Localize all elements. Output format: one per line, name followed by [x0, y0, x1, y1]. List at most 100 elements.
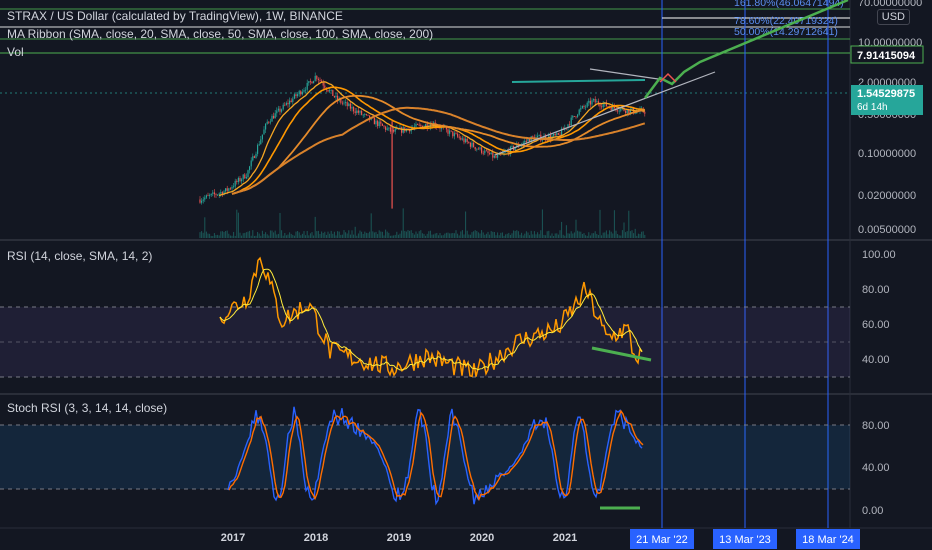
rsi-legend[interactable]: RSI (14, close, SMA, 14, 2) — [7, 249, 152, 263]
volume-bar — [458, 235, 460, 238]
candle-body — [229, 188, 231, 190]
candle-body — [332, 89, 334, 96]
candle-body — [575, 116, 577, 118]
candle-body — [250, 160, 252, 167]
volume-bar — [497, 232, 499, 238]
volume-bar — [522, 235, 524, 238]
currency-button[interactable]: USD — [876, 9, 910, 25]
volume-bar — [365, 232, 367, 238]
ma-ribbon-legend[interactable]: MA Ribbon (SMA, close, 20, SMA, close, 5… — [7, 27, 433, 41]
volume-bar — [322, 232, 324, 238]
volume-bar — [609, 230, 611, 238]
volume-bar — [415, 231, 417, 238]
volume-bar — [524, 233, 526, 238]
candle-body — [255, 153, 257, 158]
volume-legend[interactable]: Vol — [7, 45, 24, 59]
candle-body — [335, 95, 337, 98]
volume-bar — [506, 233, 508, 238]
candle-body — [556, 133, 558, 136]
candle-body — [583, 106, 585, 107]
volume-bar — [610, 231, 612, 238]
candle-body — [367, 114, 369, 116]
candle-body — [468, 141, 470, 143]
volume-bar — [293, 235, 295, 238]
volume-bar — [413, 234, 415, 238]
candle-body — [465, 138, 467, 143]
volume-bar — [397, 234, 399, 238]
trading-chart[interactable]: 161.80%(46.06471494)78.60%(22.40719324)5… — [0, 0, 932, 550]
volume-bar — [229, 235, 231, 238]
volume-bar — [314, 216, 316, 238]
volume-bar — [511, 233, 513, 238]
candle-body — [594, 99, 596, 103]
volume-bar — [442, 235, 444, 238]
volume-bar — [543, 234, 545, 238]
volume-bar — [581, 233, 583, 238]
candle-body — [471, 142, 473, 147]
horizontal-support — [511, 79, 646, 83]
volume-bar — [573, 232, 575, 238]
stoch-tick-label: 40.00 — [862, 462, 890, 474]
volume-bar — [316, 231, 318, 238]
time-tick-label: 2018 — [304, 532, 328, 544]
candle-body — [330, 89, 332, 91]
volume-bar — [417, 233, 419, 238]
volume-bar — [213, 233, 215, 238]
volume-bar — [223, 231, 225, 238]
volume-bar — [405, 231, 407, 238]
volume-bar — [391, 235, 393, 238]
candle-body — [452, 131, 454, 137]
volume-bar — [514, 230, 516, 238]
candle-body — [324, 85, 326, 88]
candle-body — [234, 181, 236, 187]
candle-body — [580, 108, 582, 110]
volume-bar — [273, 232, 275, 238]
volume-bar — [583, 233, 585, 238]
volume-bar — [545, 235, 547, 238]
candle-body — [447, 129, 449, 134]
volume-bar — [221, 231, 223, 238]
volume-bar — [274, 230, 276, 238]
volume-bar — [549, 235, 551, 238]
volume-bar — [287, 234, 289, 238]
volume-bar — [613, 210, 615, 238]
volume-bar — [357, 233, 359, 238]
volume-bar — [236, 209, 238, 238]
candle-body — [474, 147, 476, 150]
volume-bar — [437, 235, 439, 238]
volume-bar — [615, 230, 617, 238]
candle-body — [213, 192, 215, 195]
candle-body — [618, 110, 620, 112]
candle-body — [249, 166, 251, 171]
volume-bar — [495, 235, 497, 238]
candle-body — [289, 100, 291, 105]
candle-body — [268, 121, 270, 123]
stoch-rsi-legend[interactable]: Stoch RSI (3, 3, 14, 14, close) — [7, 401, 167, 415]
volume-bar — [469, 234, 471, 238]
volume-bar — [252, 230, 254, 238]
volume-bar — [577, 230, 579, 238]
candle-body — [292, 98, 294, 102]
candle-body — [311, 81, 313, 84]
candle-body — [569, 124, 571, 126]
candle-body — [581, 106, 583, 109]
volume-bar — [290, 233, 292, 238]
volume-bar — [305, 235, 307, 238]
volume-bar — [385, 229, 387, 238]
volume-bar — [289, 232, 291, 238]
volume-bar — [629, 231, 631, 238]
volume-bar — [340, 234, 342, 238]
volume-bar — [362, 233, 364, 238]
volume-bar — [257, 231, 259, 238]
volume-bar — [485, 233, 487, 238]
volume-bar — [409, 230, 411, 238]
volume-bar — [250, 235, 252, 238]
volume-bar — [423, 233, 425, 238]
candle-body — [202, 199, 204, 201]
volume-bar — [570, 231, 572, 238]
candle-body — [316, 75, 318, 79]
price-label: 7.91415094 — [857, 50, 916, 62]
volume-bar — [498, 235, 500, 238]
volume-bar — [284, 232, 286, 238]
volume-bar — [361, 231, 363, 238]
